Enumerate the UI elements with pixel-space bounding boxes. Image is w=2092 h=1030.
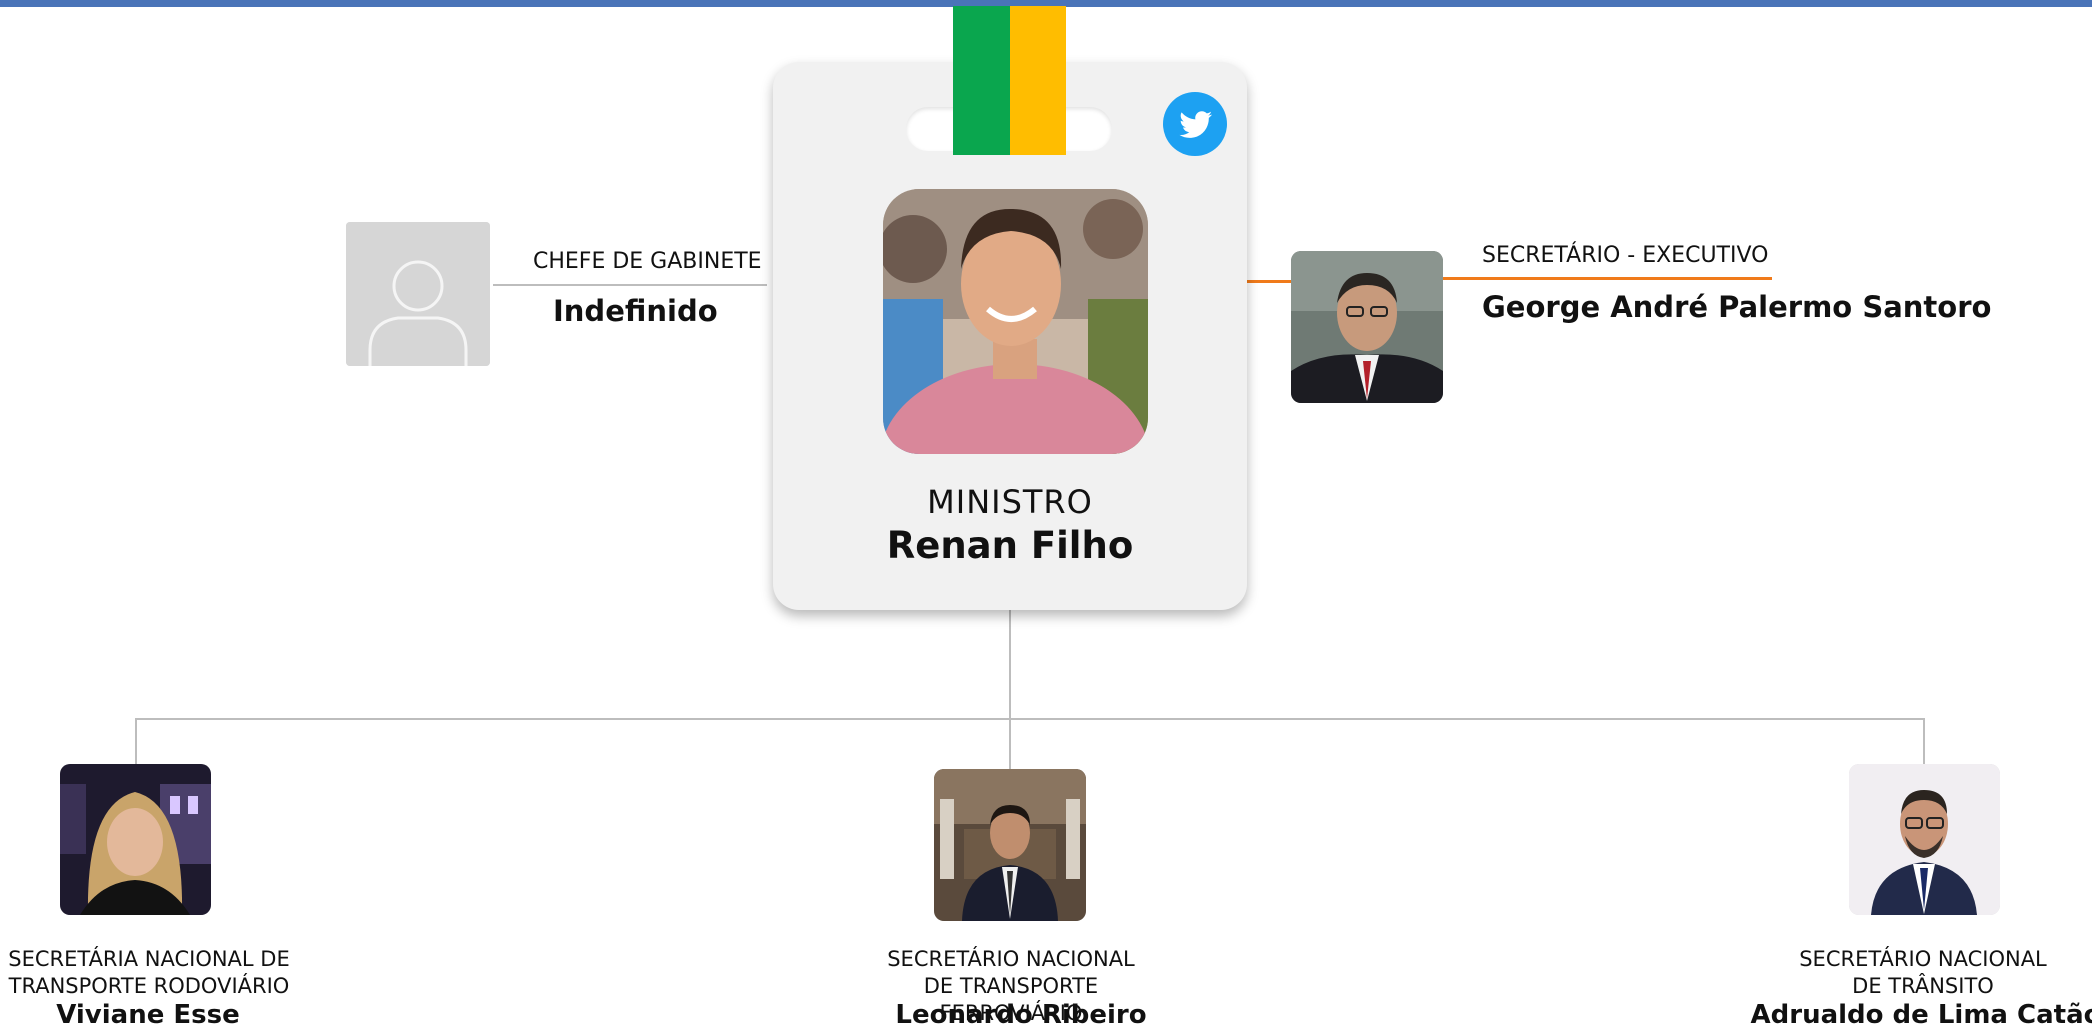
secretary-traffic-name: Adrualdo de Lima Catão	[1750, 1000, 2092, 1030]
connector-chief-of-staff	[493, 284, 767, 286]
placeholder-avatar-icon	[346, 222, 490, 366]
executive-secretary-name: George André Palermo Santoro	[1482, 290, 1992, 324]
minister-photo	[883, 189, 1148, 454]
connector-right-drop	[1923, 718, 1925, 764]
connector-minister-down	[1009, 610, 1011, 770]
lanyard-ribbon	[953, 6, 1066, 155]
secretary-traffic-role: SECRETÁRIO NACIONAL DE TRÂNSITO	[1799, 947, 2047, 998]
underline-executive-secretary	[1442, 277, 1772, 280]
executive-secretary-photo	[1291, 251, 1443, 403]
ribbon-green-stripe	[953, 6, 1010, 155]
secretary-road-photo	[60, 764, 211, 915]
chief-of-staff-name: Indefinido	[553, 294, 718, 328]
chief-of-staff-photo	[346, 222, 490, 366]
connector-horizontal	[135, 718, 1925, 720]
connector-executive-secretary	[1247, 280, 1291, 283]
secretary-rail-photo	[934, 769, 1086, 921]
ribbon-yellow-stripe	[1010, 6, 1066, 155]
minister-name: Renan Filho	[886, 524, 1134, 567]
minister-role: MINISTRO	[927, 483, 1093, 521]
twitter-icon[interactable]	[1163, 92, 1227, 156]
executive-secretary-role: SECRETÁRIO - EXECUTIVO	[1482, 243, 1769, 268]
secretary-road-name: Viviane Esse	[56, 1000, 240, 1030]
secretary-traffic-photo	[1849, 764, 2000, 915]
secretary-rail-name: Leonardo Ribeiro	[895, 1000, 1147, 1030]
connector-left-drop	[135, 718, 137, 764]
secretary-road-role: SECRETÁRIA NACIONAL DE TRANSPORTE RODOVI…	[8, 947, 290, 998]
chief-of-staff-role: CHEFE DE GABINETE	[533, 249, 762, 274]
